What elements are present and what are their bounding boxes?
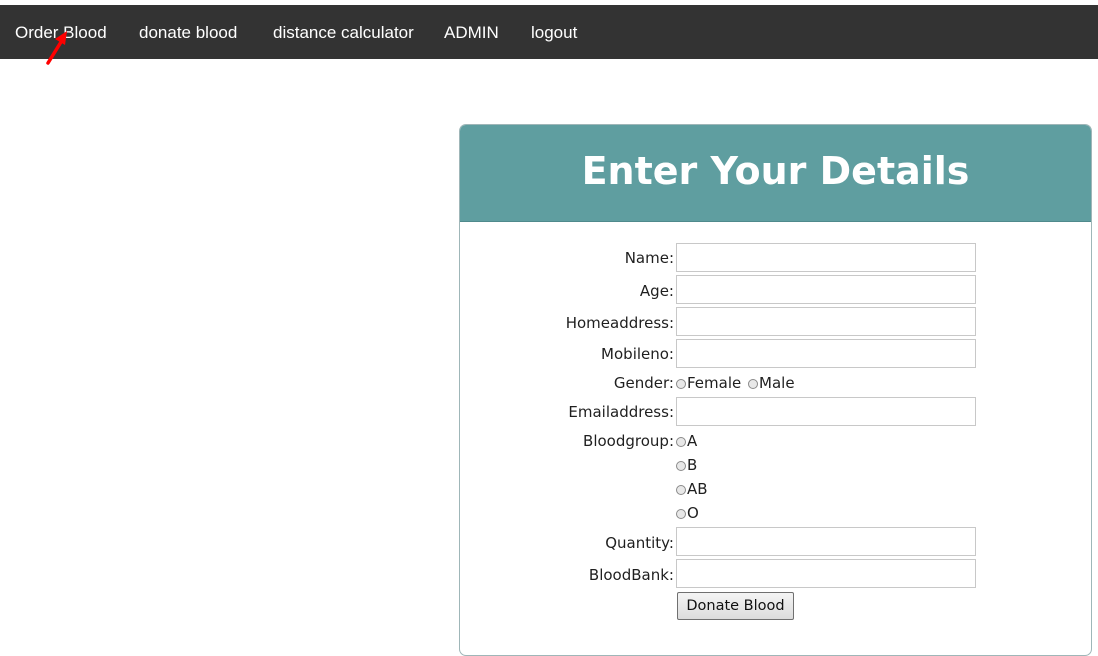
emailaddress-label: Emailaddress: <box>568 403 674 421</box>
bloodbank-field[interactable] <box>676 559 976 588</box>
age-field[interactable] <box>676 275 976 304</box>
bloodgroup-option-b: B <box>676 456 697 474</box>
bloodbank-label: BloodBank: <box>588 566 674 584</box>
bloodgroup-option-ab: AB <box>676 480 708 498</box>
bloodgroup-a-radio[interactable] <box>676 437 686 447</box>
nav-distance-calculator[interactable]: distance calculator <box>273 5 414 59</box>
homeaddress-field[interactable] <box>676 307 976 336</box>
emailaddress-field[interactable] <box>676 397 976 426</box>
gender-radio-group: Female Male <box>676 374 795 392</box>
mouse-cursor-icon <box>46 31 67 65</box>
bloodgroup-b-radio[interactable] <box>676 461 686 471</box>
gender-male-radio[interactable] <box>748 379 759 389</box>
bloodgroup-label: Bloodgroup: <box>583 432 674 450</box>
mobileno-label: Mobileno: <box>601 345 674 363</box>
bloodgroup-o-label: O <box>687 504 699 522</box>
bloodgroup-option-a: A <box>676 432 697 450</box>
mobileno-field[interactable] <box>676 339 976 368</box>
quantity-label: Quantity: <box>605 534 674 552</box>
bloodgroup-ab-radio[interactable] <box>676 485 686 495</box>
bloodgroup-b-label: B <box>687 456 698 474</box>
nav-donate-blood[interactable]: donate blood <box>139 5 237 59</box>
name-field[interactable] <box>676 243 976 272</box>
gender-female-label: Female <box>687 374 742 392</box>
bloodgroup-a-label: A <box>687 432 698 450</box>
label-column: Name: Age: Homeaddress: Mobileno: Gender… <box>474 0 674 640</box>
bloodgroup-option-o: O <box>676 504 699 522</box>
bloodgroup-o-radio[interactable] <box>676 509 686 519</box>
homeaddress-label: Homeaddress: <box>565 314 674 332</box>
bloodgroup-ab-label: AB <box>687 480 708 498</box>
gender-male-label: Male <box>759 374 795 392</box>
quantity-field[interactable] <box>676 527 976 556</box>
name-label: Name: <box>624 249 674 267</box>
age-label: Age: <box>639 282 674 300</box>
donate-blood-button[interactable]: Donate Blood <box>677 592 794 620</box>
gender-label: Gender: <box>613 374 674 392</box>
gender-female-radio[interactable] <box>676 379 686 389</box>
